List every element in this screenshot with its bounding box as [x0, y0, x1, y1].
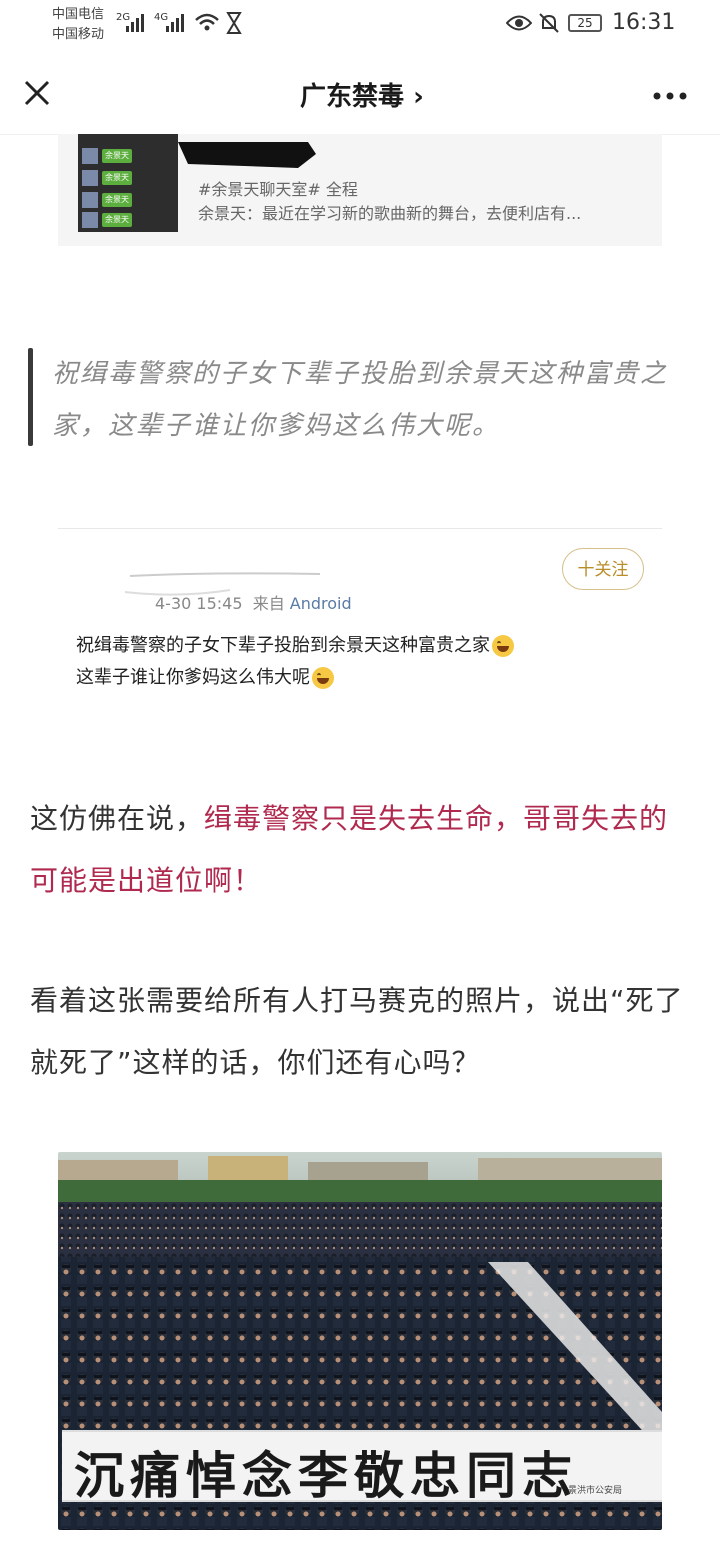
wifi-icon: [195, 13, 219, 31]
signal-icon-2: [166, 14, 184, 32]
chat-row: 余景天: [82, 190, 174, 212]
post-body: 祝缉毒警察的子女下辈子投胎到余景天这种富贵之家 这辈子谁让你爹妈这么伟大呢: [76, 630, 676, 694]
grin-sweat-emoji-icon: [312, 667, 334, 689]
banner-small-text: 景洪市公安局: [567, 1486, 622, 1496]
status-bar: 中国电信 中国移动 2G 4G 25 16:31: [0, 0, 720, 52]
post-line: 这辈子谁让你爹妈这么伟大呢: [76, 662, 676, 694]
article-paragraph-2: 看着这张需要给所有人打马赛克的照片，说出“死了就死了”这样的话，你们还有心吗？: [30, 984, 684, 1079]
article-paragraph-1: 这仿佛在说，缉毒警察只是失去生命，哥哥失去的可能是出道位啊！: [30, 788, 695, 912]
carrier-1: 中国电信: [52, 7, 105, 22]
chat-label: 余景天: [102, 213, 132, 227]
avatar: [82, 148, 98, 164]
post-source[interactable]: Android: [290, 594, 352, 613]
more-icon[interactable]: [652, 86, 688, 105]
avatar: [82, 192, 98, 208]
post-line: 祝缉毒警察的子女下辈子投胎到余景天这种富贵之家: [76, 630, 676, 662]
chat-label: 余景天: [102, 193, 132, 207]
quote-text: 祝缉毒警察的子女下辈子投胎到余景天这种富贵之家，这辈子谁让你爹妈这么伟大呢。: [52, 359, 669, 441]
mute-bell-icon: [539, 13, 559, 33]
memorial-banner: 沉痛悼念李敬忠同志 景洪市公安局: [62, 1430, 662, 1505]
paragraph-text: 这仿佛在说，: [30, 802, 205, 835]
chat-row: 余景天: [82, 146, 174, 168]
clock: 16:31: [612, 10, 676, 35]
chat-thumbnail: 余景天 余景天 余景天 余景天: [78, 134, 178, 232]
avatar: [82, 170, 98, 186]
quote-bar: [28, 348, 33, 446]
post-text-2: 这辈子谁让你爹妈这么伟大呢: [76, 667, 310, 688]
eye-icon: [506, 15, 532, 31]
chat-row: 余景天: [82, 168, 174, 190]
nav-bar: 广东禁毒 ›: [0, 52, 720, 135]
post-source-prefix: 来自: [252, 594, 285, 613]
signal-icon: [126, 14, 144, 32]
divider: [58, 528, 662, 529]
battery-icon: 25: [568, 14, 602, 32]
avatar: [82, 212, 98, 228]
account-title: 广东禁毒: [300, 82, 405, 112]
post-timestamp: 4-30 15:45: [155, 594, 243, 613]
chevron-right-icon: ›: [413, 82, 424, 112]
grin-sweat-emoji-icon: [492, 635, 514, 657]
chat-row: 余景天: [82, 210, 174, 232]
account-title-link[interactable]: 广东禁毒 ›: [300, 76, 424, 113]
banner-text: 沉痛悼念李敬忠同志: [74, 1446, 578, 1505]
embedded-screenshot: 余景天 余景天 余景天 余景天 #余景天聊天室# 全程 余景天：最近在学习新的歌…: [58, 134, 662, 246]
memorial-photo[interactable]: 沉痛悼念李敬忠同志 景洪市公安局: [58, 1152, 662, 1530]
close-icon[interactable]: [24, 80, 50, 106]
post-text-1: 祝缉毒警察的子女下辈子投胎到余景天这种富贵之家: [76, 635, 490, 656]
post-meta: 4-30 15:45 来自 Android: [155, 590, 352, 614]
fragment-hashtag-line: #余景天聊天室# 全程: [198, 180, 358, 199]
fragment-text-line: 余景天：最近在学习新的歌曲新的舞台，去便利店有...: [198, 204, 582, 223]
follow-button[interactable]: 十关注: [562, 548, 644, 590]
hourglass-icon: [226, 12, 242, 34]
chat-label: 余景天: [102, 149, 132, 163]
chat-label: 余景天: [102, 171, 132, 185]
carrier-2: 中国移动: [52, 27, 105, 42]
battery-level: 25: [577, 16, 593, 30]
redaction-mark: [178, 142, 316, 168]
